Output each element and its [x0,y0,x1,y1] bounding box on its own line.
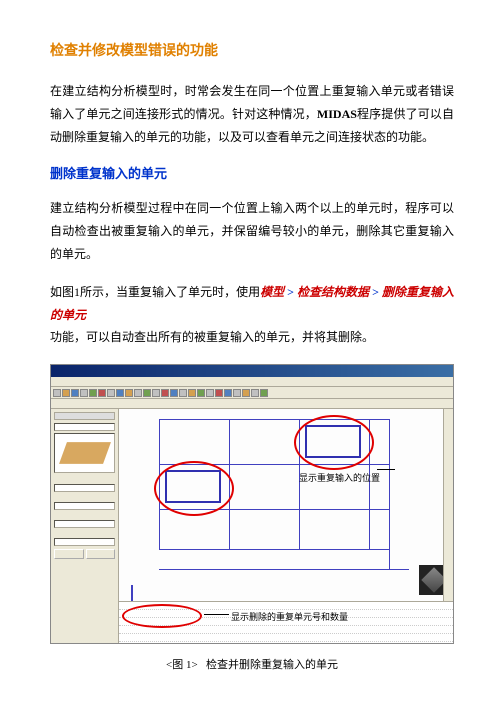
para3-text-b: 功能，可以自动查出所有的被重复输入的单元，并将其删除。 [50,330,374,344]
toolbar-icon [206,389,214,397]
toolbar-icon [116,389,124,397]
toolbar-icon [242,389,250,397]
caption-prefix: <图 1> [166,659,198,671]
toolbar-icon [107,389,115,397]
toolbar-icon [215,389,223,397]
toolbar-icon [143,389,151,397]
menu-model: 模型 [260,285,284,299]
app-toolbar-2 [51,399,453,409]
toolbar-icon [251,389,259,397]
toolbar-icon [179,389,187,397]
toolbar-icon [260,389,268,397]
side-button [54,549,84,559]
para3-text-a: 如图1所示，当重复输入了单元时，使用 [50,285,260,299]
callout-duplicate-position: 显示重复输入的位置 [299,471,380,484]
canvas-area: 显示重复输入的位置 [119,409,453,644]
toolbar-icon [224,389,232,397]
toolbar-icon [71,389,79,397]
toolbar-icon [161,389,169,397]
side-preview [54,433,115,473]
toolbar-icon [134,389,142,397]
side-label [54,494,115,501]
paragraph-3: 如图1所示，当重复输入了单元时，使用模型 > 检查结构数据 > 删除重复输入的单… [50,281,454,349]
grid-line [159,569,409,570]
side-buttons [54,549,115,559]
paragraph-1: 在建立结构分析模型时，时常会发生在同一个位置上重复输入单元或者错误输入了单元之间… [50,80,454,148]
figure-1-container: 显示重复输入的位置 [50,364,454,672]
app-toolbar-1 [51,387,453,399]
toolbar-icon [125,389,133,397]
side-tabs [54,412,115,420]
callout-deleted-info: 显示删除的重复单元号和数量 [231,610,348,623]
toolbar-icon [233,389,241,397]
arrow-1: > [284,285,297,299]
paragraph-2: 建立结构分析模型过程中在同一个位置上输入两个以上的单元时，程序可以自动检查出被重… [50,197,454,265]
main-title: 检查并修改模型错误的功能 [50,40,454,60]
toolbar-icon [62,389,70,397]
side-field [54,538,115,546]
grid-line [389,419,390,569]
grid-line [159,549,389,550]
toolbar-icon [98,389,106,397]
scrollbar-vertical [443,409,453,601]
side-field [54,502,115,510]
toolbar-icon [197,389,205,397]
side-label [54,530,115,537]
side-field [54,484,115,492]
toolbar-icon [170,389,178,397]
figure-1-screenshot: 显示重复输入的位置 [50,364,454,644]
arrow-2: > [369,285,382,299]
side-button [86,549,116,559]
toolbar-icon [152,389,160,397]
menu-check-data: 检查结构数据 [297,285,369,299]
toolbar-icon [188,389,196,397]
app-body: 显示重复输入的位置 [51,409,453,644]
figure-1-caption: <图 1> 检查并删除重复输入的单元 [50,656,454,672]
app-titlebar [51,365,453,377]
red-highlight-circle [154,461,234,516]
side-field [54,423,115,431]
side-field [54,520,115,528]
callout-line [204,614,229,615]
red-highlight-message [122,604,202,628]
preview-shape [59,442,111,464]
toolbar-icon [89,389,97,397]
side-panel [51,409,119,644]
subtitle-delete-duplicate: 删除重复输入的单元 [50,163,454,182]
callout-line [377,469,395,470]
app-menubar [51,377,453,387]
caption-text: 检查并删除重复输入的单元 [206,659,338,671]
toolbar-icon [80,389,88,397]
red-highlight-circle [294,415,374,470]
midas-bold: MIDAS [317,107,357,121]
side-label [54,512,115,519]
message-panel: 显示删除的重复单元号和数量 [119,601,453,644]
side-label [54,476,115,483]
message-line [119,634,453,642]
toolbar-icon [53,389,61,397]
